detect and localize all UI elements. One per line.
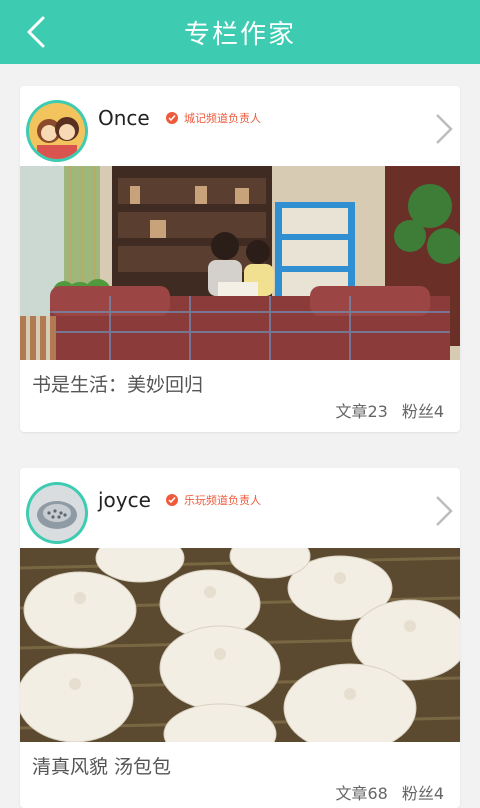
columnist-card[interactable]: Once 城记频道负责人 书是生活：美妙回归 文章23 粉丝4: [20, 86, 460, 432]
verified-check-icon: [166, 494, 178, 506]
author-header[interactable]: joyce 乐玩频道负责人: [20, 468, 460, 548]
page-title: 专栏作家: [183, 19, 296, 50]
columnist-card[interactable]: joyce 乐玩频道负责人 清真风貌 汤包包 文章68 粉丝4: [20, 468, 460, 808]
avatar-photo-icon: [29, 485, 85, 541]
fan-count: 粉丝4: [401, 784, 444, 803]
article-title[interactable]: 清真风貌 汤包包: [32, 752, 171, 779]
avatar[interactable]: [26, 482, 88, 544]
author-name: Once: [98, 106, 150, 130]
avatar-illustration-icon: [29, 103, 85, 159]
article-title[interactable]: 书是生活：美妙回归: [32, 370, 203, 397]
back-button[interactable]: [18, 14, 54, 50]
top-app-bar: 专栏作家: [0, 0, 480, 64]
photo-soup-dumplings: [20, 548, 460, 742]
fan-count: 粉丝4: [401, 402, 444, 421]
role-badge: 乐玩频道负责人: [166, 492, 261, 508]
back-chevron-icon: [27, 16, 45, 48]
author-stats: 文章68 粉丝4: [335, 780, 444, 804]
article-image[interactable]: [20, 548, 460, 742]
article-count: 文章68: [335, 784, 388, 803]
role-badge: 城记频道负责人: [166, 110, 261, 126]
avatar[interactable]: [26, 100, 88, 162]
author-header[interactable]: Once 城记频道负责人: [20, 86, 460, 166]
author-stats: 文章23 粉丝4: [335, 398, 444, 422]
article-count: 文章23: [335, 402, 388, 421]
chevron-right-icon[interactable]: [432, 494, 456, 528]
verified-check-icon: [166, 112, 178, 124]
article-image[interactable]: [20, 166, 460, 360]
author-name: joyce: [98, 488, 151, 512]
photo-reading-room: [20, 166, 460, 360]
chevron-right-icon[interactable]: [432, 112, 456, 146]
